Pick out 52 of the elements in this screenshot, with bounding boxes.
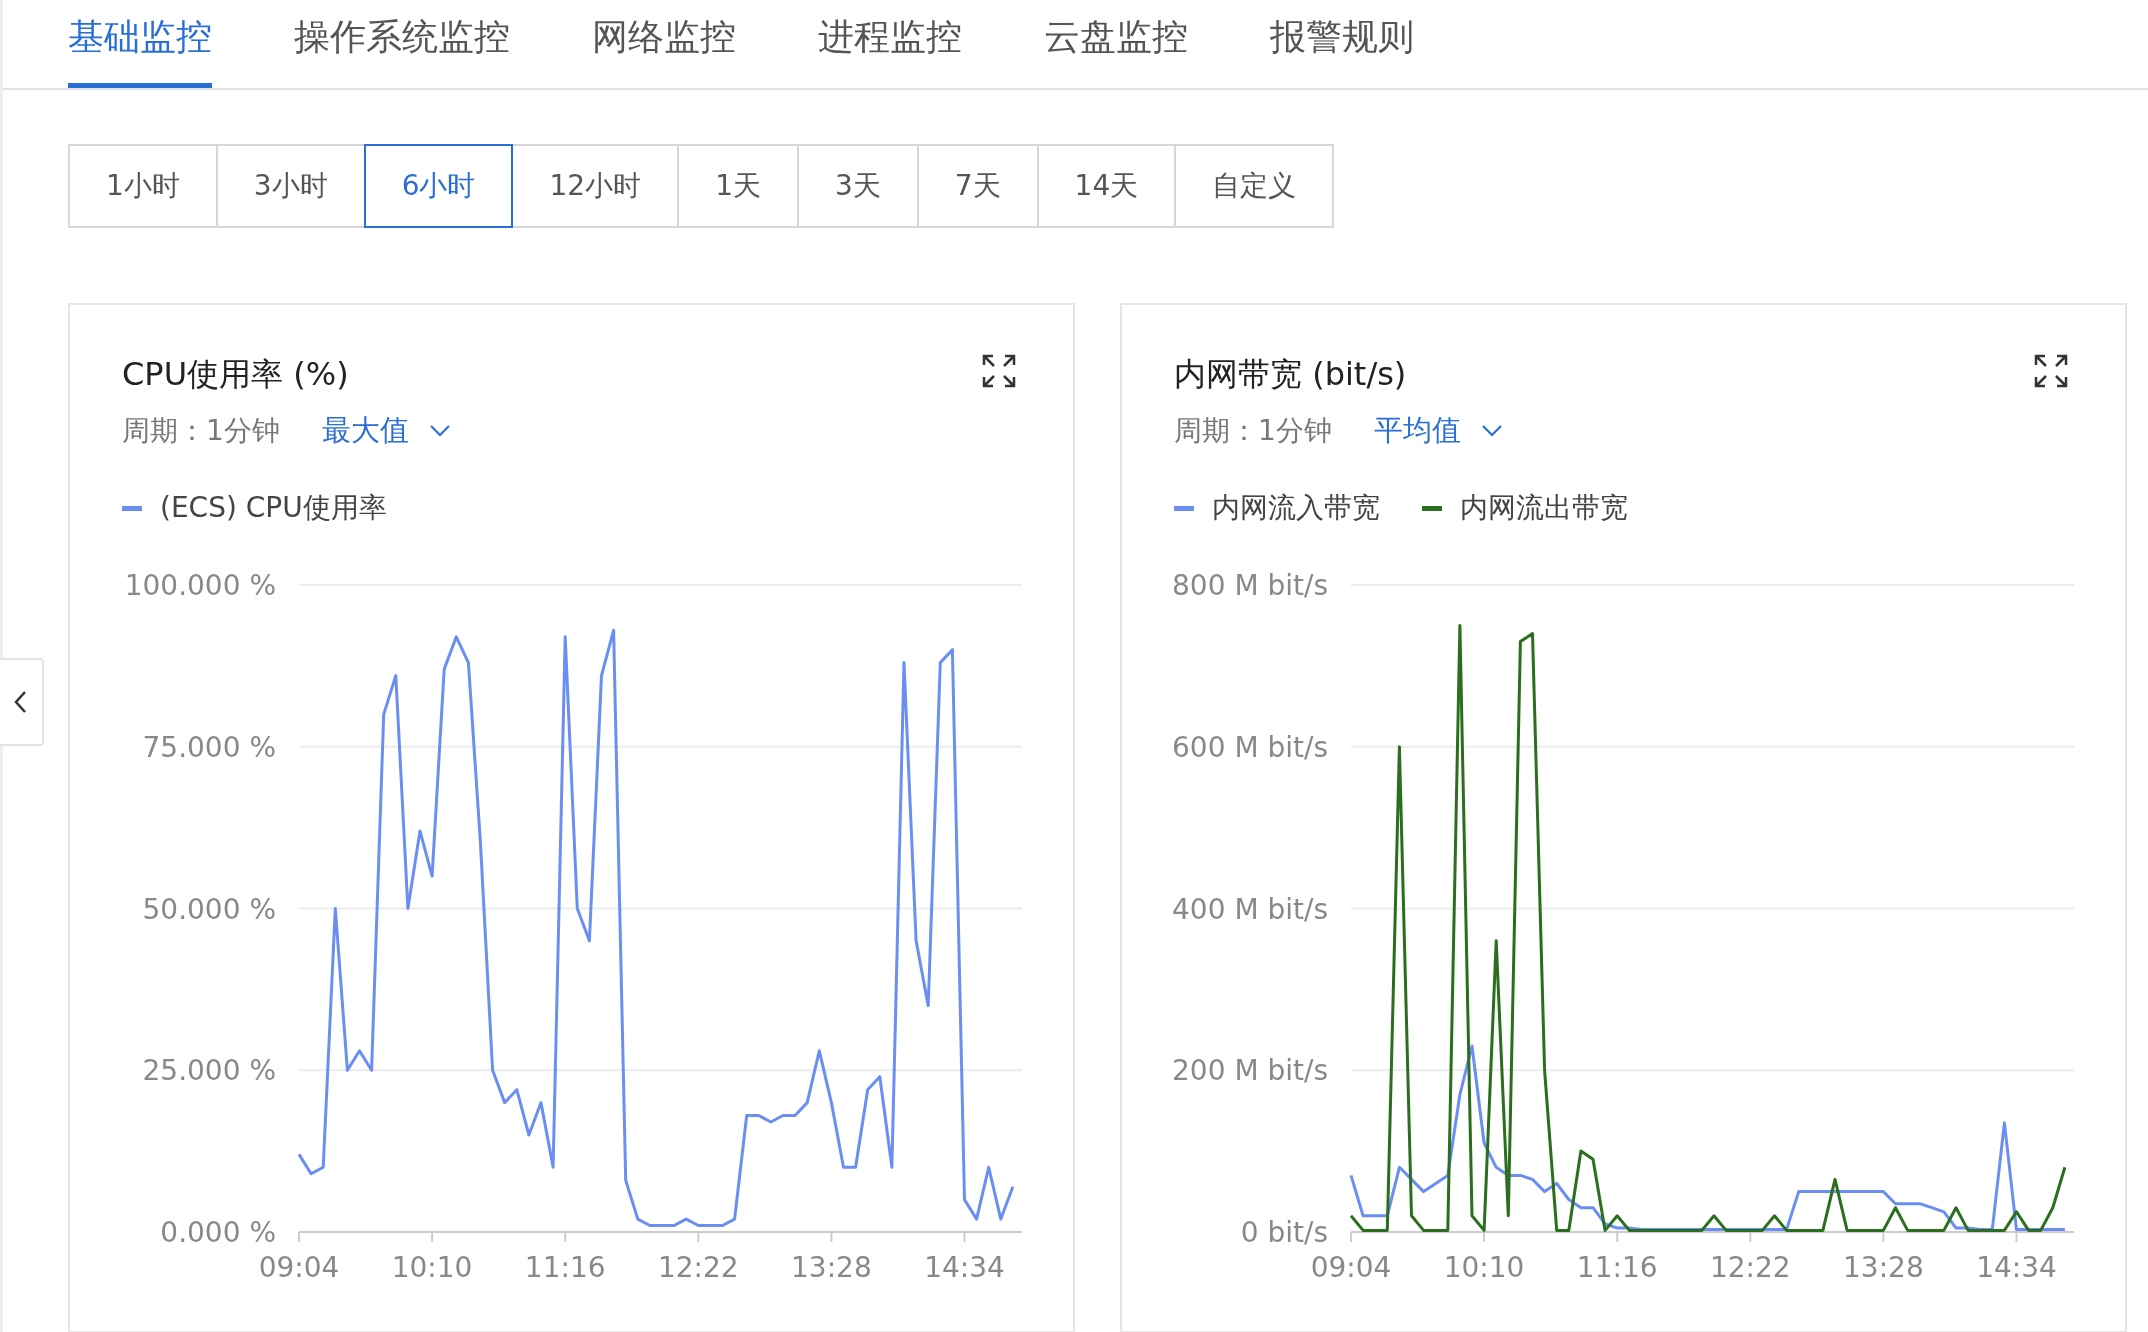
y-axis-label: 0 bit/s — [1240, 1216, 1328, 1249]
time-range-button[interactable]: 12小时 — [511, 144, 680, 228]
y-axis-label: 200 M bit/s — [1172, 1054, 1328, 1088]
x-axis-label: 13:28 — [791, 1251, 872, 1284]
collapse-handle[interactable] — [0, 658, 44, 746]
chevron-down-icon — [1480, 424, 1503, 438]
y-axis-label: 25.000 % — [142, 1054, 276, 1088]
x-axis-label: 14:34 — [1976, 1251, 2057, 1284]
tab[interactable]: 进程监控 — [818, 0, 962, 88]
aggregation-dropdown[interactable]: 最大值 — [321, 411, 451, 451]
x-axis-label: 13:28 — [1843, 1251, 1924, 1284]
tab[interactable]: 操作系统监控 — [294, 0, 510, 88]
y-axis-label: 800 M bit/s — [1172, 569, 1328, 602]
y-axis-label: 0.000 % — [160, 1216, 276, 1249]
time-range-button[interactable]: 3天 — [796, 144, 919, 228]
time-range-button[interactable]: 自定义 — [1174, 144, 1335, 228]
y-axis-label: 50.000 % — [142, 892, 276, 926]
legend-label: (ECS) CPU使用率 — [160, 490, 387, 526]
x-axis-label: 09:04 — [258, 1251, 340, 1284]
y-axis-label: 600 M bit/s — [1172, 730, 1328, 764]
expand-icon — [981, 353, 1017, 389]
time-range-button[interactable]: 6小时 — [363, 144, 514, 228]
x-axis-label: 09:04 — [1310, 1251, 1392, 1284]
x-axis-label: 12:22 — [657, 1251, 739, 1284]
legend-label: 内网流入带宽 — [1212, 490, 1380, 526]
time-range-button[interactable]: 1小时 — [68, 144, 218, 228]
tab[interactable]: 基础监控 — [68, 0, 212, 88]
expand-icon — [2033, 353, 2069, 389]
x-axis-label: 11:16 — [524, 1251, 606, 1284]
x-axis-label: 14:34 — [924, 1251, 1005, 1284]
x-axis-label: 12:22 — [1709, 1251, 1791, 1284]
period-label: 周期：1分钟 — [122, 413, 280, 449]
aggregation-dropdown[interactable]: 平均值 — [1373, 411, 1503, 451]
y-axis-label: 100.000 % — [124, 569, 276, 602]
tab[interactable]: 报警规则 — [1270, 0, 1414, 88]
time-range-button[interactable]: 1天 — [677, 144, 799, 228]
chart-title: 内网带宽 (bit/s) — [1174, 354, 1408, 395]
chevron-down-icon — [428, 424, 451, 438]
tab[interactable]: 网络监控 — [592, 0, 736, 88]
time-range-button[interactable]: 7天 — [916, 144, 1039, 228]
y-axis-label: 75.000 % — [142, 730, 276, 764]
chevron-left-icon — [13, 689, 29, 715]
time-range-button[interactable]: 14天 — [1036, 144, 1177, 228]
period-label: 周期：1分钟 — [1174, 413, 1332, 449]
legend-label: 内网流出带宽 — [1460, 490, 1628, 526]
chart-title: CPU使用率 (%) — [122, 354, 350, 395]
x-axis-label: 10:10 — [1443, 1251, 1525, 1284]
y-axis-label: 400 M bit/s — [1172, 892, 1328, 926]
x-axis-label: 11:16 — [1576, 1251, 1658, 1284]
time-range-button[interactable]: 3小时 — [215, 144, 366, 228]
x-axis-label: 10:10 — [391, 1251, 473, 1284]
tab[interactable]: 云盘监控 — [1044, 0, 1188, 88]
